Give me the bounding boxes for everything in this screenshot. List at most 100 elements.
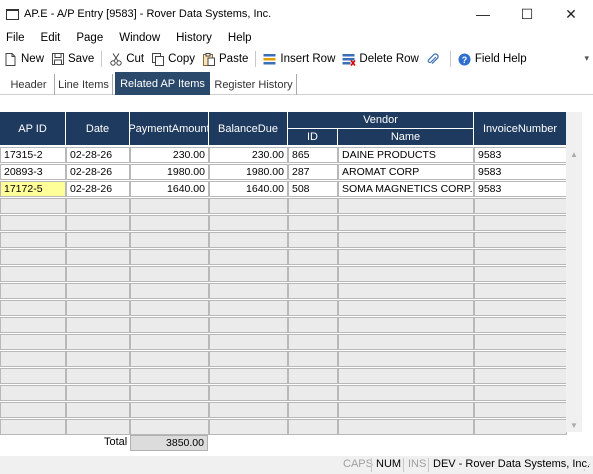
cell-balance-due[interactable] <box>209 317 288 333</box>
delete-row-button[interactable]: Delete Row <box>342 53 419 66</box>
cell-ap-id[interactable] <box>0 266 66 282</box>
table-row[interactable] <box>0 215 567 232</box>
cell-payment-amount[interactable]: 1980.00 <box>130 164 209 180</box>
scroll-up-arrow-icon[interactable]: ▲ <box>570 150 578 159</box>
cell-payment-amount[interactable] <box>130 215 209 231</box>
cell-ap-id[interactable]: 20893-3 <box>0 164 66 180</box>
cell-date[interactable]: 02-28-26 <box>66 181 130 197</box>
table-row[interactable] <box>0 300 567 317</box>
cell-balance-due[interactable]: 230.00 <box>209 147 288 163</box>
table-row[interactable]: 20893-3 02-28-26 1980.00 1980.00 287 AROMAT C… <box>0 164 567 181</box>
cell-ap-id[interactable] <box>0 334 66 350</box>
cell-balance-due[interactable] <box>209 215 288 231</box>
cell-ap-id[interactable]: 17315-2 <box>0 147 66 163</box>
cell-vendor-id[interactable] <box>288 368 338 384</box>
column-header-date[interactable]: Date <box>66 112 130 146</box>
cell-vendor-name[interactable] <box>338 351 474 367</box>
table-row[interactable] <box>0 317 567 334</box>
cell-invoice-number[interactable] <box>474 402 567 418</box>
cell-invoice-number[interactable]: 9583 <box>474 147 567 163</box>
cell-invoice-number[interactable] <box>474 334 567 350</box>
column-header-ap-id[interactable]: AP ID <box>0 112 66 146</box>
cell-vendor-name[interactable] <box>338 334 474 350</box>
cell-vendor-id[interactable] <box>288 317 338 333</box>
cell-payment-amount[interactable] <box>130 351 209 367</box>
cell-vendor-id[interactable] <box>288 385 338 401</box>
cell-invoice-number[interactable]: 9583 <box>474 164 567 180</box>
cell-vendor-id[interactable] <box>288 283 338 299</box>
resize-grip-icon[interactable]: ⋰ <box>583 463 591 472</box>
cell-date[interactable] <box>66 334 130 350</box>
cell-date[interactable]: 02-28-26 <box>66 147 130 163</box>
column-header-payment-amount[interactable]: PaymentAmount <box>128 112 210 146</box>
save-button[interactable]: Save <box>51 52 94 66</box>
cell-payment-amount[interactable] <box>130 334 209 350</box>
cell-payment-amount[interactable]: 1640.00 <box>130 181 209 197</box>
cut-button[interactable]: Cut <box>109 52 144 66</box>
cell-balance-due[interactable] <box>209 232 288 248</box>
cell-ap-id[interactable] <box>0 215 66 231</box>
cell-balance-due[interactable] <box>209 283 288 299</box>
cell-vendor-name[interactable]: DAINE PRODUCTS <box>338 147 474 163</box>
cell-payment-amount[interactable] <box>130 317 209 333</box>
table-row[interactable] <box>0 351 567 368</box>
cell-vendor-name[interactable] <box>338 402 474 418</box>
cell-payment-amount[interactable]: 230.00 <box>130 147 209 163</box>
column-header-invoice-number[interactable]: InvoiceNumber <box>474 112 567 146</box>
paste-button[interactable]: Paste <box>202 52 248 66</box>
cell-date[interactable] <box>66 419 130 435</box>
cell-ap-id[interactable] <box>0 385 66 401</box>
table-row[interactable] <box>0 385 567 402</box>
cell-balance-due[interactable] <box>209 300 288 316</box>
column-header-balance-due[interactable]: BalanceDue <box>209 112 288 146</box>
cell-vendor-id[interactable] <box>288 232 338 248</box>
cell-date[interactable] <box>66 266 130 282</box>
cell-ap-id[interactable] <box>0 317 66 333</box>
cell-ap-id[interactable]: 17172-5 <box>0 181 66 197</box>
cell-invoice-number[interactable] <box>474 249 567 265</box>
cell-vendor-name[interactable] <box>338 215 474 231</box>
cell-date[interactable] <box>66 283 130 299</box>
cell-invoice-number[interactable] <box>474 317 567 333</box>
table-row[interactable] <box>0 283 567 300</box>
tab-related-ap-items[interactable]: Related AP Items <box>115 72 210 95</box>
table-row[interactable] <box>0 249 567 266</box>
cell-vendor-id[interactable] <box>288 419 338 435</box>
cell-invoice-number[interactable] <box>474 385 567 401</box>
cell-balance-due[interactable] <box>209 368 288 384</box>
cell-ap-id[interactable] <box>0 368 66 384</box>
cell-ap-id[interactable] <box>0 402 66 418</box>
cell-vendor-name[interactable] <box>338 385 474 401</box>
cell-vendor-name[interactable]: AROMAT CORP <box>338 164 474 180</box>
cell-vendor-id[interactable] <box>288 215 338 231</box>
cell-invoice-number[interactable] <box>474 215 567 231</box>
table-row[interactable]: 17315-2 02-28-26 230.00 230.00 865 DAINE PROD… <box>0 147 567 164</box>
cell-date[interactable] <box>66 402 130 418</box>
table-row[interactable] <box>0 334 567 351</box>
cell-invoice-number[interactable] <box>474 232 567 248</box>
cell-date[interactable] <box>66 198 130 214</box>
cell-vendor-id[interactable]: 865 <box>288 147 338 163</box>
cell-date[interactable] <box>66 215 130 231</box>
cell-invoice-number[interactable] <box>474 266 567 282</box>
cell-invoice-number[interactable] <box>474 198 567 214</box>
menu-page[interactable]: Page <box>76 32 103 44</box>
cell-balance-due[interactable]: 1980.00 <box>209 164 288 180</box>
cell-vendor-name[interactable] <box>338 300 474 316</box>
column-header-vendor-name[interactable]: Name <box>338 129 474 146</box>
cell-date[interactable] <box>66 249 130 265</box>
cell-payment-amount[interactable] <box>130 283 209 299</box>
cell-ap-id[interactable] <box>0 232 66 248</box>
menu-window[interactable]: Window <box>119 32 160 44</box>
cell-balance-due[interactable] <box>209 198 288 214</box>
cell-balance-due[interactable] <box>209 385 288 401</box>
maximize-button[interactable]: ☐ <box>505 0 549 28</box>
cell-vendor-id[interactable] <box>288 266 338 282</box>
cell-invoice-number[interactable] <box>474 351 567 367</box>
cell-vendor-name[interactable]: SOMA MAGNETICS CORP. <box>338 181 474 197</box>
table-row[interactable] <box>0 198 567 215</box>
close-button[interactable]: ✕ <box>549 0 593 28</box>
cell-invoice-number[interactable] <box>474 283 567 299</box>
cell-vendor-name[interactable] <box>338 283 474 299</box>
cell-vendor-name[interactable] <box>338 419 474 435</box>
